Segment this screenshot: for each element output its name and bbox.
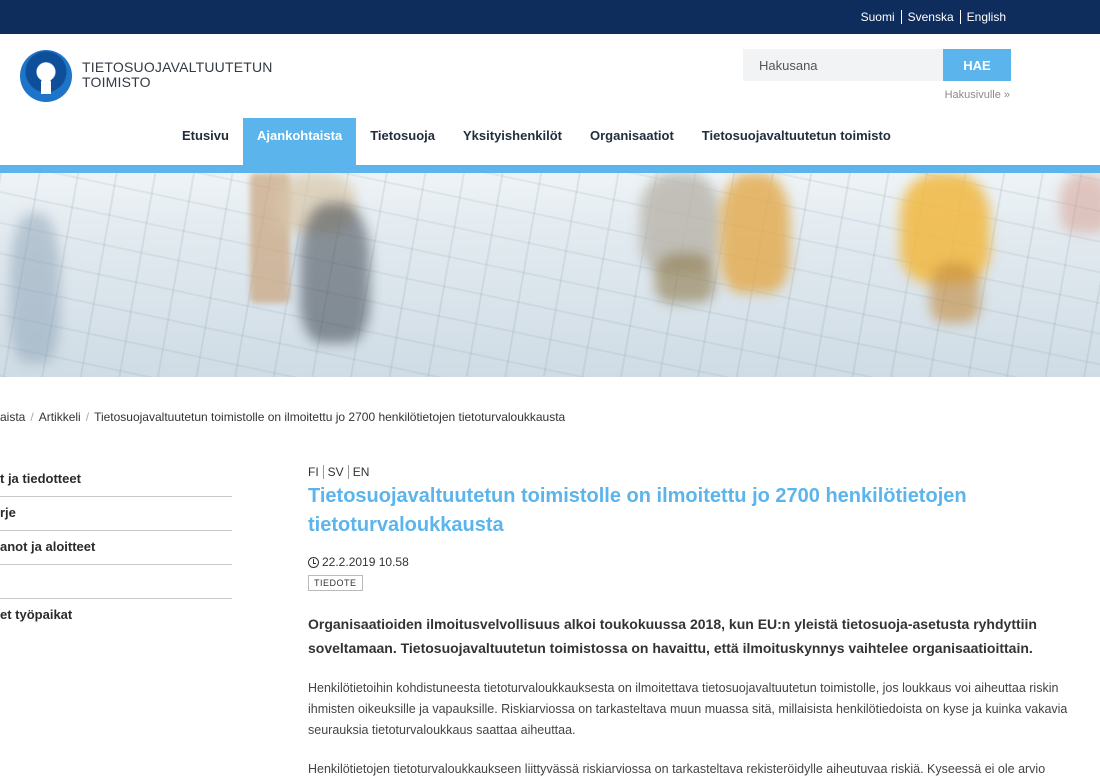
search-button[interactable]: HAE — [943, 49, 1011, 81]
advanced-search-link[interactable]: Hakusivulle » — [945, 89, 1010, 101]
nav-item-toimisto[interactable]: Tietosuojavaltuutetun toimisto — [688, 118, 905, 165]
article-paragraph: Henkilötietojen tietoturvaloukkaukseen l… — [308, 762, 1046, 776]
article-language-switcher: FI SV EN — [308, 465, 1078, 479]
sidebar-item[interactable]: rje — [0, 497, 232, 531]
lang-link-fi[interactable]: Suomi — [855, 10, 901, 24]
keyhole-logo-icon — [20, 50, 72, 102]
lang-link-en[interactable]: English — [959, 10, 1012, 24]
article-lang-fi[interactable]: FI — [308, 465, 324, 479]
language-switcher: Suomi Svenska English — [855, 10, 1012, 24]
breadcrumb: aista / Artikkeli / Tietosuojavaltuutetun to… — [0, 410, 566, 424]
logo-text: TIETOSUOJAVALTUUTETUN TOIMISTO — [82, 59, 273, 90]
article: FI SV EN Tietosuojavaltuutetun toimistol… — [308, 465, 1078, 780]
sidebar-item[interactable] — [0, 565, 232, 599]
sidebar-nav: t ja tiedotteet rje anot ja aloitteet et… — [0, 463, 232, 633]
article-paragraph: Henkilötietoihin kohdistuneesta tietotur… — [308, 681, 1068, 737]
category-tag[interactable]: TIEDOTE — [308, 575, 363, 591]
breadcrumb-current: Tietosuojavaltuutetun toimistolle on ilm… — [94, 410, 566, 424]
nav-underline — [0, 165, 1100, 173]
main-nav: Etusivu Ajankohtaista Tietosuoja Yksityi… — [168, 118, 905, 165]
breadcrumb-item[interactable]: aista — [0, 410, 25, 424]
nav-item-etusivu[interactable]: Etusivu — [168, 118, 243, 165]
site-logo[interactable]: TIETOSUOJAVALTUUTETUN TOIMISTO — [20, 48, 280, 104]
sidebar-item[interactable]: et työpaikat — [0, 599, 232, 633]
language-bar: Suomi Svenska English — [0, 0, 1100, 34]
nav-item-yksityishenkilot[interactable]: Yksityishenkilöt — [449, 118, 576, 165]
sidebar-item[interactable]: anot ja aloitteet — [0, 531, 232, 565]
nav-item-organisaatiot[interactable]: Organisaatiot — [576, 118, 688, 165]
page-title: Tietosuojavaltuutetun toimistolle on ilm… — [308, 485, 967, 536]
breadcrumb-item[interactable]: Artikkeli — [39, 410, 81, 424]
clock-icon — [308, 556, 319, 568]
article-lead: Organisaatioiden ilmoitusvelvollisuus al… — [308, 616, 1037, 656]
search-input[interactable] — [743, 49, 943, 81]
article-date: 22.2.2019 10.58 — [308, 555, 1078, 569]
nav-item-tietosuoja[interactable]: Tietosuoja — [356, 118, 449, 165]
article-lang-en[interactable]: EN — [353, 465, 374, 479]
sidebar-item[interactable]: t ja tiedotteet — [0, 463, 232, 497]
hero-image — [0, 173, 1100, 377]
lang-link-sv[interactable]: Svenska — [900, 10, 960, 24]
article-lang-sv[interactable]: SV — [328, 465, 349, 479]
nav-item-ajankohtaista[interactable]: Ajankohtaista — [242, 118, 357, 165]
